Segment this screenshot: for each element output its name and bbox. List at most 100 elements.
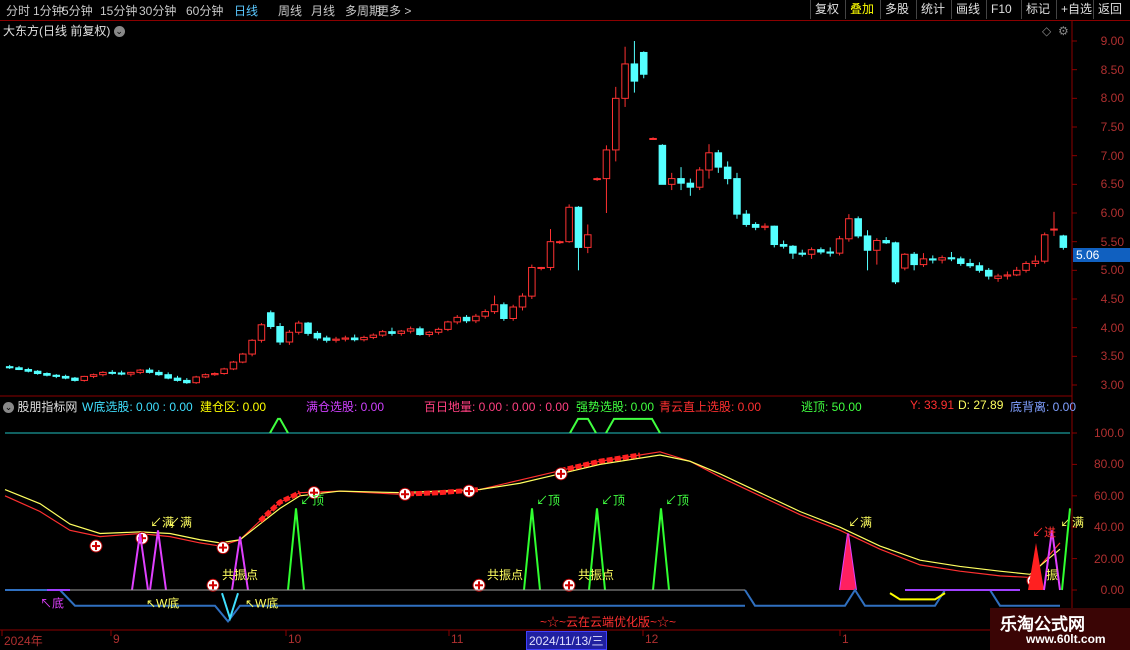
candle-body <box>500 304 508 319</box>
candle-body <box>528 266 536 297</box>
price-axis-label: 8.50 <box>1100 62 1124 77</box>
date-label: 12 <box>645 632 659 646</box>
candle-body <box>947 257 956 260</box>
candle-body <box>817 249 825 253</box>
strong-signal-mark <box>605 417 661 434</box>
indicator-readout: Y: 33.91 <box>910 398 955 412</box>
candle-body <box>425 331 434 336</box>
candle-body <box>136 369 144 373</box>
candle-body <box>630 63 639 82</box>
price-axis-label: 3.00 <box>1100 378 1124 392</box>
candle-body <box>266 312 275 328</box>
candle-body <box>43 373 51 376</box>
candle-body <box>723 166 732 180</box>
candle-body <box>957 258 965 264</box>
candle-body <box>1003 274 1012 277</box>
candle-body <box>145 369 154 373</box>
candle-body <box>239 353 247 363</box>
accumulation-bar <box>559 452 641 474</box>
candle-body <box>472 315 480 322</box>
watermark-url: www.60lt.com <box>1026 632 1106 646</box>
red-spike <box>1028 542 1044 590</box>
candle-body <box>378 331 387 336</box>
candle-body <box>1012 269 1021 276</box>
date-label: 2024年 <box>4 634 43 648</box>
candle-body <box>639 51 648 75</box>
candle-body <box>919 258 928 266</box>
candle-body <box>770 225 779 246</box>
candle-body <box>667 178 676 185</box>
price-axis-label: 9.00 <box>1100 34 1124 48</box>
candle-body <box>481 311 489 317</box>
candle-body <box>1050 228 1058 231</box>
escape-top-label: ↙顶 <box>300 493 324 507</box>
current-price-box: 5.06 <box>1073 248 1130 262</box>
candle-body <box>211 373 219 376</box>
candle-body <box>705 152 713 171</box>
price-axis-label: 4.00 <box>1100 320 1124 335</box>
yellow-zone <box>889 592 946 601</box>
candle-body <box>406 328 415 332</box>
date-highlight: 2024/11/13/三 <box>526 631 607 650</box>
escape-top-spike <box>523 508 541 591</box>
escape-top-label: ↙顶 <box>601 493 625 507</box>
strong-signal-mark <box>269 417 289 434</box>
candle-body <box>556 241 564 244</box>
candle-body <box>360 336 368 341</box>
candle-body <box>882 240 890 244</box>
date-label: 9 <box>113 632 120 646</box>
indicator-readout: 青云直上选股: 0.00 <box>659 400 762 414</box>
price-axis-label: 6.00 <box>1100 206 1124 220</box>
indicator-axis-label: 60.00 <box>1093 488 1124 503</box>
candle-body <box>761 225 769 228</box>
escape-top-label: ↙顶 <box>536 493 560 507</box>
accumulation-bar <box>258 490 302 523</box>
indicator-title: ⌄ 股朋指标网 <box>3 398 77 415</box>
price-axis-label: 3.50 <box>1100 349 1124 364</box>
candle-body <box>397 330 406 334</box>
candle-body <box>220 368 228 375</box>
price-axis-label: 4.50 <box>1100 292 1124 306</box>
banner-text: ~☆~云在云端优化版~☆~ <box>540 615 676 629</box>
candle-body <box>1059 235 1068 248</box>
indicator-name: 股朋指标网 <box>17 400 78 414</box>
candle-body <box>71 377 79 381</box>
candle-body <box>984 269 993 277</box>
candle-body <box>537 266 545 269</box>
candle-body <box>1022 262 1030 271</box>
indicator-axis-label: 0.00 <box>1100 583 1124 597</box>
candle-body <box>565 206 573 243</box>
candle-body <box>649 137 657 140</box>
resonance-label: 共振点 <box>222 568 258 582</box>
indicator-readout: 强势选股: 0.00 <box>576 400 655 414</box>
full-position-label: ↙满 <box>1060 515 1084 529</box>
candle-body <box>845 218 853 240</box>
candle-body <box>779 244 788 247</box>
candle-body <box>807 249 816 255</box>
candle-body <box>89 374 98 377</box>
candle-body <box>854 218 862 237</box>
candle-body <box>127 371 135 375</box>
candle-body <box>285 331 294 343</box>
watermark-logo: 乐淘公式网 www.60lt.com <box>990 608 1130 650</box>
indicator-readout: D: 27.89 <box>958 398 1004 412</box>
red-spike <box>840 533 856 590</box>
price-axis-label: 8.00 <box>1100 91 1124 106</box>
indicator-axis-label: 20.00 <box>1093 551 1124 566</box>
candle-body <box>751 223 760 228</box>
w-bottom-line <box>744 588 1060 607</box>
candle-body <box>80 375 89 381</box>
chevron-down-icon[interactable]: ⌄ <box>3 402 14 414</box>
date-label: 10 <box>288 632 302 646</box>
indicator-readout: 满仓选股: 0.00 <box>306 400 385 414</box>
candle-body <box>453 316 462 323</box>
price-axis-label: 6.50 <box>1100 177 1124 192</box>
candle-body <box>584 234 592 248</box>
candle-body <box>574 206 583 248</box>
resonance-label: 共振点 <box>578 568 614 582</box>
candle-body <box>341 337 350 340</box>
kline-chart[interactable]: ↙顶 ↙顶 ↙顶 ↙顶↙满↙满 ↙满 ↙满↙进共振点 共振点 共振点 振↖底 ↖W底 ↖W底~☆~云… <box>0 0 1130 650</box>
candle-body <box>518 295 527 308</box>
candle-body <box>229 361 238 370</box>
indicator-readout: W底选股: 0.00 : 0.00 <box>82 400 193 414</box>
